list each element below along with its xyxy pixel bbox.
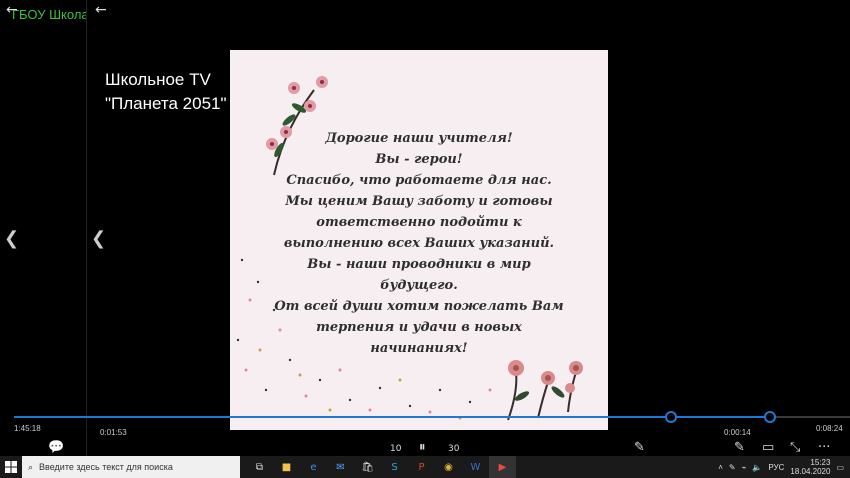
clock[interactable]: 15:23 18.04.2020	[790, 458, 830, 476]
rewind-button[interactable]: 10	[390, 444, 401, 454]
powerpoint-icon[interactable]: P	[408, 456, 435, 478]
task-view-icon[interactable]: ⧉	[246, 456, 273, 478]
taskbar: ⌕ Введите здесь текст для поиска ⧉ ■ e ✉…	[0, 456, 850, 478]
channel-title: Школьное TV "Планета 2051"	[105, 68, 227, 116]
outer-elapsed-time: 1:45:18	[14, 424, 41, 433]
inner-remaining-time: 0:00:14	[724, 428, 751, 437]
subtitles-icon[interactable]: 💬	[48, 440, 64, 455]
rose-branch-icon	[507, 360, 583, 421]
windows-logo-icon	[5, 461, 17, 473]
taskbar-search-box[interactable]: ⌕ Введите здесь текст для поиска	[22, 456, 240, 478]
clock-time: 15:23	[810, 458, 831, 467]
notifications-icon[interactable]: ▭	[836, 463, 844, 472]
language-indicator[interactable]: РУС	[768, 463, 784, 472]
volume-icon[interactable]: 🔈	[752, 463, 762, 472]
system-tray: ˄ ✎ ⌁ 🔈 РУС 15:23 18.04.2020 ▭	[718, 458, 850, 476]
start-button[interactable]	[0, 456, 22, 478]
taskbar-apps: ⧉ ■ e ✉ 🛍 S P ◉ W ▶	[246, 456, 516, 478]
more-options-icon[interactable]: ···	[818, 440, 830, 455]
tray-expand-icon[interactable]: ˄	[718, 463, 723, 472]
outer-timeline-handle[interactable]	[764, 411, 776, 423]
draw-icon[interactable]: ✎	[734, 440, 745, 455]
network-icon[interactable]: ⌁	[742, 463, 747, 472]
inner-timeline-progress	[100, 416, 672, 418]
edit-icon[interactable]: ✎	[634, 440, 645, 455]
file-explorer-icon[interactable]: ■	[273, 456, 300, 478]
channel-title-line: Школьное TV	[105, 70, 211, 89]
pen-icon[interactable]: ✎	[729, 463, 736, 472]
store-icon[interactable]: 🛍	[354, 456, 381, 478]
outer-total-time: 0:08:24	[816, 424, 843, 433]
chrome-icon[interactable]: ◉	[435, 456, 462, 478]
inner-elapsed-time: 0:01:53	[100, 428, 127, 437]
mail-icon[interactable]: ✉	[327, 456, 354, 478]
word-icon[interactable]: W	[462, 456, 489, 478]
search-placeholder: Введите здесь текст для поиска	[39, 462, 173, 472]
previous-chevron-icon[interactable]: ❮	[4, 228, 19, 249]
clock-date: 18.04.2020	[790, 467, 831, 476]
greeting-text: Дорогие наши учителя! Вы - герои! Спасиб…	[274, 131, 564, 356]
search-icon: ⌕	[28, 461, 34, 472]
back-arrow-icon[interactable]: ←	[95, 2, 107, 18]
pause-button[interactable]: ⏸	[419, 440, 426, 455]
inner-timeline-handle[interactable]	[665, 411, 677, 423]
channel-title-line: "Планета 2051"	[105, 94, 227, 113]
movies-tv-icon[interactable]: ▶	[489, 456, 516, 478]
skype-icon[interactable]: S	[381, 456, 408, 478]
miniplayer-icon[interactable]: ▭	[762, 440, 774, 455]
edge-browser-icon[interactable]: e	[300, 456, 327, 478]
forward-button[interactable]: 30	[448, 444, 459, 454]
greeting-slide: Дорогие наши учителя! Вы - герои! Спасиб…	[230, 50, 608, 430]
previous-chevron-icon[interactable]: ❮	[91, 228, 106, 249]
fullscreen-icon[interactable]: ⤡	[790, 440, 800, 455]
outer-player: ← ГБОУ Школа № 2051 ❮ — ☐ ✕ ← Школьное T…	[0, 0, 850, 456]
